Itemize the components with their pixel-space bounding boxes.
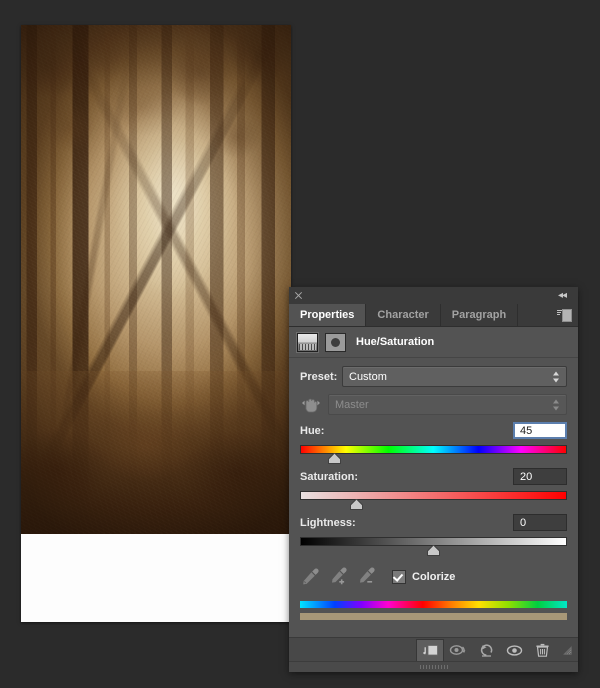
toggle-visibility-button[interactable]: [500, 639, 528, 662]
clip-to-layer-button[interactable]: [416, 638, 444, 662]
tools-row: Colorize: [300, 566, 567, 587]
saturation-slider-track[interactable]: [300, 491, 567, 500]
panel-menu-icon[interactable]: [557, 309, 572, 322]
saturation-slider[interactable]: [300, 490, 567, 510]
colorize-result-bar[interactable]: [300, 613, 567, 620]
eyedropper-sample-icon[interactable]: [300, 566, 321, 587]
colorize-checkbox[interactable]: [392, 569, 406, 584]
panel-body: Preset: Custom Master Hue: 45 Saturation…: [289, 358, 578, 620]
saturation-slider-thumb[interactable]: [349, 499, 363, 510]
panel-titlebar: ◂◂: [289, 287, 578, 304]
properties-panel: ◂◂ Properties Character Paragraph Hue/Sa…: [289, 287, 578, 672]
preset-select[interactable]: Custom: [342, 366, 567, 387]
color-spectrum-bar[interactable]: [300, 601, 567, 608]
panel-footer: [289, 637, 578, 662]
saturation-label: Saturation:: [300, 470, 359, 483]
preset-row: Preset: Custom: [300, 366, 567, 387]
hue-value-input[interactable]: 45: [513, 422, 567, 439]
panel-tab-bar: Properties Character Paragraph: [289, 304, 578, 327]
lightness-value-input[interactable]: 0: [513, 514, 567, 531]
lightness-slider-thumb[interactable]: [427, 545, 440, 556]
hue-slider-group: Hue: 45: [300, 422, 567, 464]
eyedropper-subtract-icon[interactable]: [356, 566, 377, 587]
toggle-previous-state-button[interactable]: [444, 639, 472, 662]
on-image-adjustment-icon[interactable]: [300, 395, 322, 415]
collapse-panel-icon[interactable]: ◂◂: [558, 291, 571, 301]
lightness-slider[interactable]: [300, 536, 567, 556]
hue-slider[interactable]: [300, 444, 567, 464]
hue-label: Hue:: [300, 424, 325, 437]
colorize-checkbox-row[interactable]: Colorize: [392, 569, 456, 584]
preset-label: Preset:: [300, 370, 338, 383]
forest-photograph: [21, 25, 291, 534]
tab-properties[interactable]: Properties: [289, 304, 367, 326]
hue-slider-thumb[interactable]: [328, 453, 342, 464]
tab-character[interactable]: Character: [366, 304, 441, 326]
adjustment-thumbnail-icon: [297, 332, 318, 352]
adjustment-header: Hue/Saturation: [289, 327, 578, 358]
layer-mask-icon: [325, 332, 346, 352]
photo-frame: [21, 25, 291, 622]
chevron-updown-icon: [553, 399, 560, 410]
lightness-label: Lightness:: [300, 516, 356, 529]
colorize-label: Colorize: [412, 570, 456, 583]
adjustment-title: Hue/Saturation: [356, 336, 435, 348]
eyedropper-add-icon[interactable]: [328, 566, 349, 587]
saturation-value-input[interactable]: 20: [513, 468, 567, 485]
saturation-slider-group: Saturation: 20: [300, 468, 567, 510]
tab-paragraph[interactable]: Paragraph: [441, 304, 519, 326]
close-icon[interactable]: [294, 291, 303, 300]
channel-value: Master: [335, 398, 369, 411]
lightness-slider-group: Lightness: 0: [300, 514, 567, 556]
panel-drag-handle[interactable]: [289, 661, 578, 672]
preset-value: Custom: [349, 370, 387, 383]
photo-sepia-tone: [21, 25, 291, 534]
reset-button[interactable]: [472, 639, 500, 662]
delete-layer-button[interactable]: [528, 639, 556, 662]
resize-grip[interactable]: [558, 642, 574, 658]
channel-row: Master: [300, 394, 567, 415]
channel-select[interactable]: Master: [328, 394, 567, 415]
chevron-updown-icon: [553, 371, 560, 382]
color-ramps: [300, 601, 567, 620]
